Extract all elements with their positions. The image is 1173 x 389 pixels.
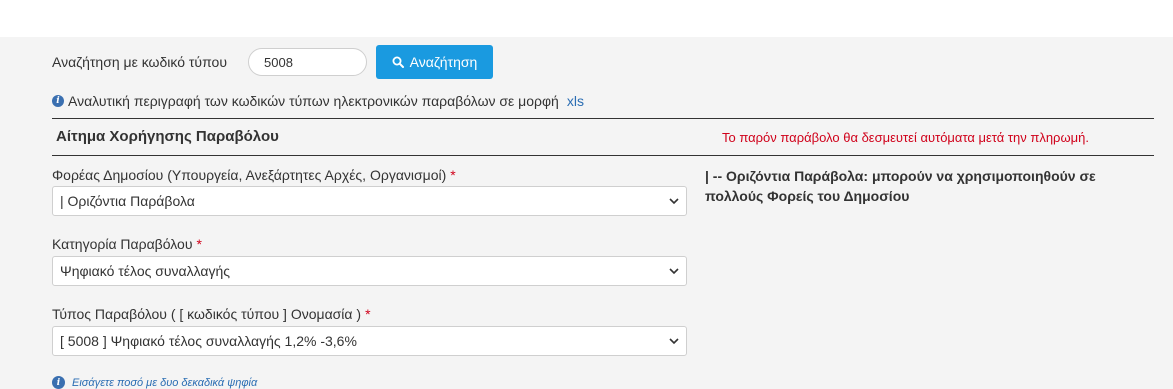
category-select-value: Ψηφιακό τέλος συναλλαγής xyxy=(60,263,231,279)
amount-hint: i Εισάγετε ποσό με δυο δεκαδικά ψηφία xyxy=(52,376,257,389)
agency-label: Φορέας Δημοσίου (Υπουργεία, Ανεξάρτητες … xyxy=(52,167,456,183)
chevron-down-icon xyxy=(669,198,679,205)
required-mark: * xyxy=(196,236,202,252)
required-mark: * xyxy=(365,306,371,322)
type-select[interactable]: [ 5008 ] Ψηφιακό τέλος συναλλαγής 1,2% -… xyxy=(52,326,687,356)
section-title: Αίτημα Χορήγησης Παραβόλου xyxy=(56,128,279,145)
category-select[interactable]: Ψηφιακό τέλος συναλλαγής xyxy=(52,256,687,286)
top-bar xyxy=(0,0,1173,37)
agency-description: | -- Οριζόντια Παράβολα: μπορούν να χρησ… xyxy=(705,168,1096,204)
type-label-text: Τύπος Παραβόλου ( [ κωδικός τύπου ] Ονομ… xyxy=(52,306,362,322)
search-label: Αναζήτηση με κωδικό τύπου xyxy=(52,54,227,70)
info-icon: i xyxy=(52,376,65,389)
search-button-label: Αναζήτηση xyxy=(409,54,478,70)
search-input[interactable] xyxy=(248,48,367,76)
chevron-down-icon xyxy=(669,268,679,275)
type-label: Τύπος Παραβόλου ( [ κωδικός τύπου ] Ονομ… xyxy=(52,306,371,322)
section-bottom-divider xyxy=(52,155,1154,156)
xls-info-text: Αναλυτική περιγραφή των κωδικών τύπων ηλ… xyxy=(68,93,559,109)
chevron-down-icon xyxy=(669,338,679,345)
section-top-divider xyxy=(52,118,1154,119)
info-icon: i xyxy=(52,95,64,107)
search-button[interactable]: Αναζήτηση xyxy=(376,45,493,79)
required-mark: * xyxy=(450,167,456,183)
agency-select[interactable]: | Οριζόντια Παράβολα xyxy=(52,186,687,216)
search-icon xyxy=(392,56,404,68)
category-label-text: Κατηγορία Παραβόλου xyxy=(52,236,193,252)
xls-info-line: i Αναλυτική περιγραφή των κωδικών τύπων … xyxy=(52,93,584,109)
xls-link[interactable]: xls xyxy=(567,93,584,109)
agency-label-text: Φορέας Δημοσίου (Υπουργεία, Ανεξάρτητες … xyxy=(52,167,447,183)
type-select-value: [ 5008 ] Ψηφιακό τέλος συναλλαγής 1,2% -… xyxy=(60,333,357,349)
category-label: Κατηγορία Παραβόλου * xyxy=(52,236,202,252)
auto-reserve-note: Το παρόν παράβολο θα δεσμευτεί αυτόματα … xyxy=(722,130,1089,145)
agency-select-value: | Οριζόντια Παράβολα xyxy=(60,193,195,209)
